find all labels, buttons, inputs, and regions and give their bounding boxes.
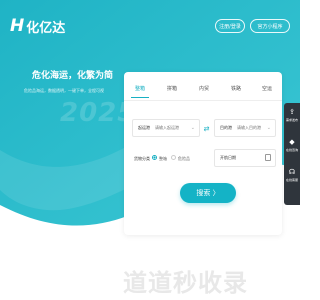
tab-lcl[interactable]: 拼箱 — [157, 80, 187, 96]
cargo-type-group: 货物分类 整箱 危险品 — [134, 155, 254, 168]
radio-fcl[interactable] — [152, 155, 157, 160]
hero-subline: 危险品海运，数据透明，一键下单，全程可视 — [24, 88, 104, 93]
start-port-field[interactable]: 起运港 ⌄ — [132, 119, 200, 137]
cargo-type-label: 货物分类 — [134, 156, 150, 161]
login-register-button[interactable]: 注册/登录 — [215, 19, 245, 33]
radio-fcl-label[interactable]: 整箱 — [159, 156, 167, 162]
end-port-input[interactable] — [237, 125, 267, 130]
mini-program-button[interactable]: 官方小程序 — [250, 19, 290, 33]
end-port-field[interactable]: 目的港 ⌄ — [214, 119, 276, 137]
side-dock: ⇪ 需求发布 ◆ 在线咨询 ☊ 在线客服 — [284, 103, 300, 205]
tab-air[interactable]: 空运 — [252, 80, 282, 96]
hero-slogan: 危化海运，化繁为简 — [32, 71, 114, 81]
tab-fcl[interactable]: 整箱 — [125, 80, 155, 96]
active-tab-indicator — [131, 97, 149, 98]
start-port-input[interactable] — [155, 125, 185, 130]
headset-icon: ☊ — [288, 168, 296, 176]
dock-item-consult[interactable]: ◆ 在线咨询 — [284, 139, 300, 161]
logo[interactable]: H 化亿达 — [10, 16, 65, 36]
logo-mark: H — [10, 16, 24, 36]
radio-hazardous-label[interactable]: 危险品 — [178, 156, 190, 162]
logo-text: 化亿达 — [26, 20, 66, 36]
end-port-label: 目的港 — [220, 125, 232, 130]
search-button[interactable]: 搜索 〉 — [180, 183, 236, 203]
start-port-label: 起运港 — [138, 125, 150, 130]
dock-item-support[interactable]: ☊ 在线客服 — [284, 169, 300, 191]
chevron-down-icon: ⌄ — [266, 125, 271, 131]
watermark-text: 道道秒收录 — [123, 269, 248, 297]
calendar-icon — [265, 154, 271, 161]
upload-icon: ⇪ — [289, 108, 295, 116]
chevron-down-icon: ⌄ — [190, 125, 195, 131]
dock-item-post-demand[interactable]: ⇪ 需求发布 — [284, 109, 300, 131]
dock-item-label: 需求发布 — [285, 118, 298, 122]
radio-hazardous[interactable] — [171, 155, 176, 160]
tag-icon: ◆ — [289, 138, 295, 146]
dock-item-label: 在线咨询 — [285, 148, 298, 152]
tab-bar: 整箱 拼箱 内贸 铁路 空运 — [124, 80, 282, 100]
tabs-divider — [124, 100, 282, 101]
swap-icon[interactable]: ⇄ — [202, 124, 211, 133]
tab-rail[interactable]: 铁路 — [221, 80, 251, 96]
dock-item-label: 在线客服 — [285, 178, 298, 182]
tab-domestic[interactable]: 内贸 — [189, 80, 219, 96]
